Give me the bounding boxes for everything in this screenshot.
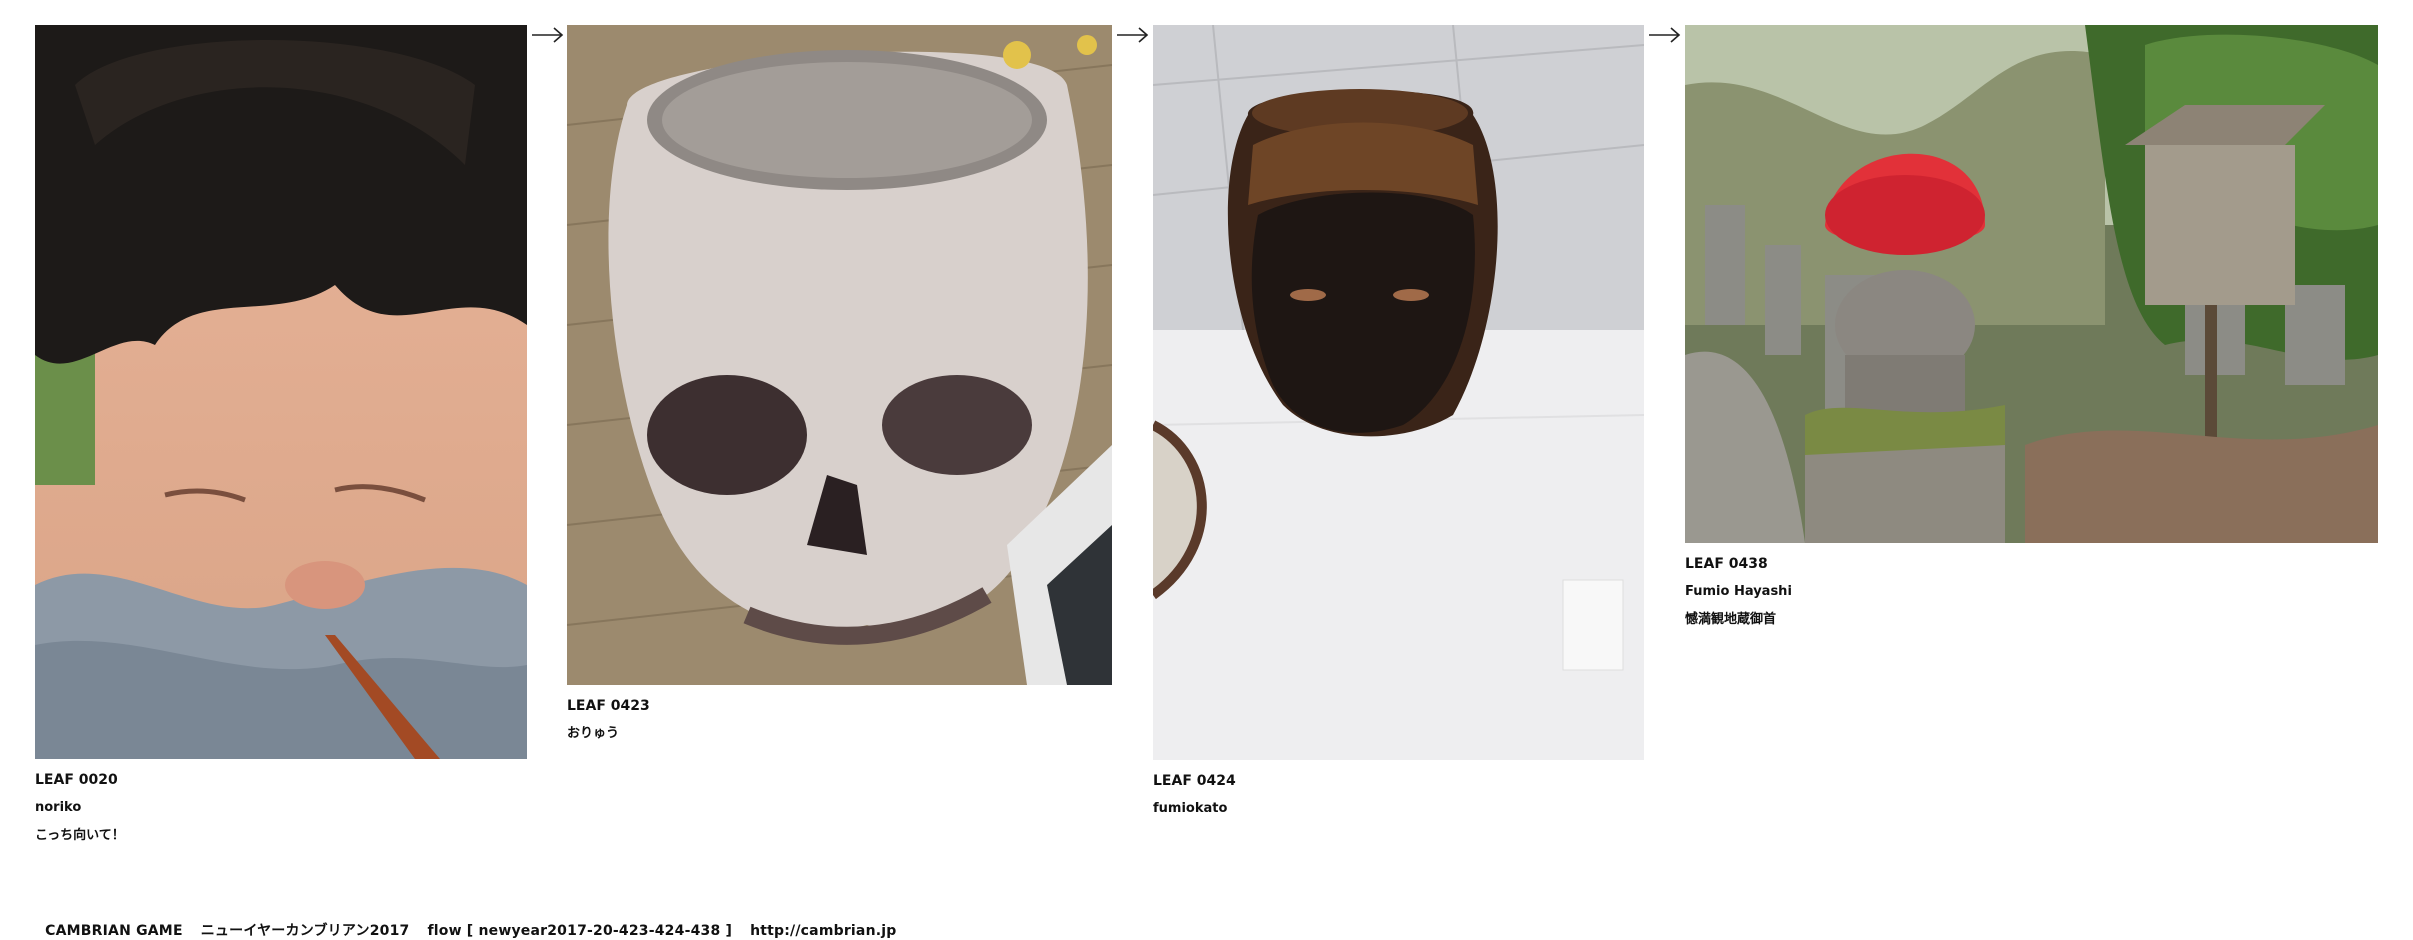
flow-arrow-icon bbox=[1116, 25, 1150, 45]
leaf-id: LEAF 0424 bbox=[1153, 773, 1236, 789]
leaf-card-0424: LEAF 0424 fumiokato bbox=[1153, 25, 1644, 823]
leaf-id: LEAF 0423 bbox=[567, 698, 650, 714]
leaf-card-0438: LEAF 0438 Fumio Hayashi 憾満観地蔵御首 bbox=[1685, 25, 2378, 634]
flow-arrow-icon bbox=[1648, 25, 1682, 45]
leaf-id: LEAF 0020 bbox=[35, 772, 118, 788]
leaf-photo-face-pot[interactable] bbox=[1153, 25, 1644, 760]
flow-arrow-icon bbox=[531, 25, 565, 45]
baby-image bbox=[35, 25, 527, 759]
footer: CAMBRIAN GAME ニューイヤーカンブリアン2017 flow [ newy… bbox=[35, 904, 897, 940]
face-pot-image bbox=[1153, 25, 1644, 760]
leaf-card-0423: LEAF 0423 おりゅう bbox=[567, 25, 1112, 748]
leaf-author[interactable]: おりゅう bbox=[567, 720, 1112, 748]
leaf-photo-baby[interactable] bbox=[35, 25, 527, 759]
leaf-id: LEAF 0438 bbox=[1685, 556, 1768, 572]
ceramic-skull-image bbox=[567, 25, 1112, 685]
leaf-author[interactable]: noriko bbox=[35, 794, 527, 822]
leaf-card-0020: LEAF 0020 noriko こっち向いて！ bbox=[35, 25, 527, 850]
footer-brand[interactable]: CAMBRIAN GAME bbox=[45, 923, 183, 939]
footer-url-link[interactable]: http://cambrian.jp bbox=[750, 923, 896, 939]
leaf-author[interactable]: fumiokato bbox=[1153, 795, 1644, 823]
footer-flow-label: flow [ newyear2017-20-423-424-438 ] bbox=[427, 923, 733, 939]
footer-event: ニューイヤーカンブリアン2017 bbox=[200, 923, 410, 939]
leaf-title: こっち向いて！ bbox=[35, 828, 125, 843]
leaf-author[interactable]: Fumio Hayashi bbox=[1685, 578, 2378, 606]
leaf-title: 憾満観地蔵御首 bbox=[1685, 612, 1777, 627]
leaf-photo-skull[interactable] bbox=[567, 25, 1112, 685]
jizo-statue-image bbox=[1685, 25, 2378, 543]
leaf-photo-jizo[interactable] bbox=[1685, 25, 2378, 543]
